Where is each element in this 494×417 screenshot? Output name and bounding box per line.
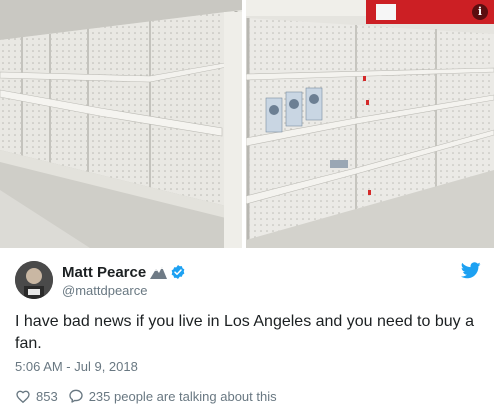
author-display-name[interactable]: Matt Pearce bbox=[62, 264, 146, 281]
info-icon[interactable]: i bbox=[472, 4, 488, 20]
photo-empty-shelves-left[interactable] bbox=[0, 0, 242, 248]
conversation-action[interactable]: 235 people are talking about this bbox=[68, 388, 277, 404]
speech-bubble-icon bbox=[69, 389, 83, 403]
embedded-tweet-card: i Matt Pearce @mattdpearce I have bad ne… bbox=[0, 0, 494, 417]
mountain-eagle-emoji-icon bbox=[150, 267, 168, 279]
tweet-text: I have bad news if you live in Los Angel… bbox=[15, 313, 474, 352]
avatar[interactable] bbox=[15, 261, 53, 299]
twitter-bird-icon[interactable] bbox=[461, 262, 481, 279]
author-handle[interactable]: @mattdpearce bbox=[62, 283, 147, 298]
tweet-media[interactable]: i bbox=[0, 0, 494, 248]
conversation-count-text: 235 people are talking about this bbox=[88, 388, 277, 404]
tweet-author-header: Matt Pearce @mattdpearce bbox=[15, 258, 481, 302]
photo-empty-shelves-right[interactable] bbox=[246, 0, 494, 248]
verified-badge-icon bbox=[171, 265, 185, 279]
heart-icon bbox=[16, 390, 30, 404]
tweet-timestamp[interactable]: 5:06 AM - Jul 9, 2018 bbox=[15, 359, 138, 374]
tweet-actions: 853 235 people are talking about this bbox=[15, 386, 287, 406]
author-name-row[interactable]: Matt Pearce bbox=[62, 263, 186, 281]
like-action[interactable]: 853 bbox=[15, 388, 58, 404]
like-count: 853 bbox=[36, 388, 58, 404]
